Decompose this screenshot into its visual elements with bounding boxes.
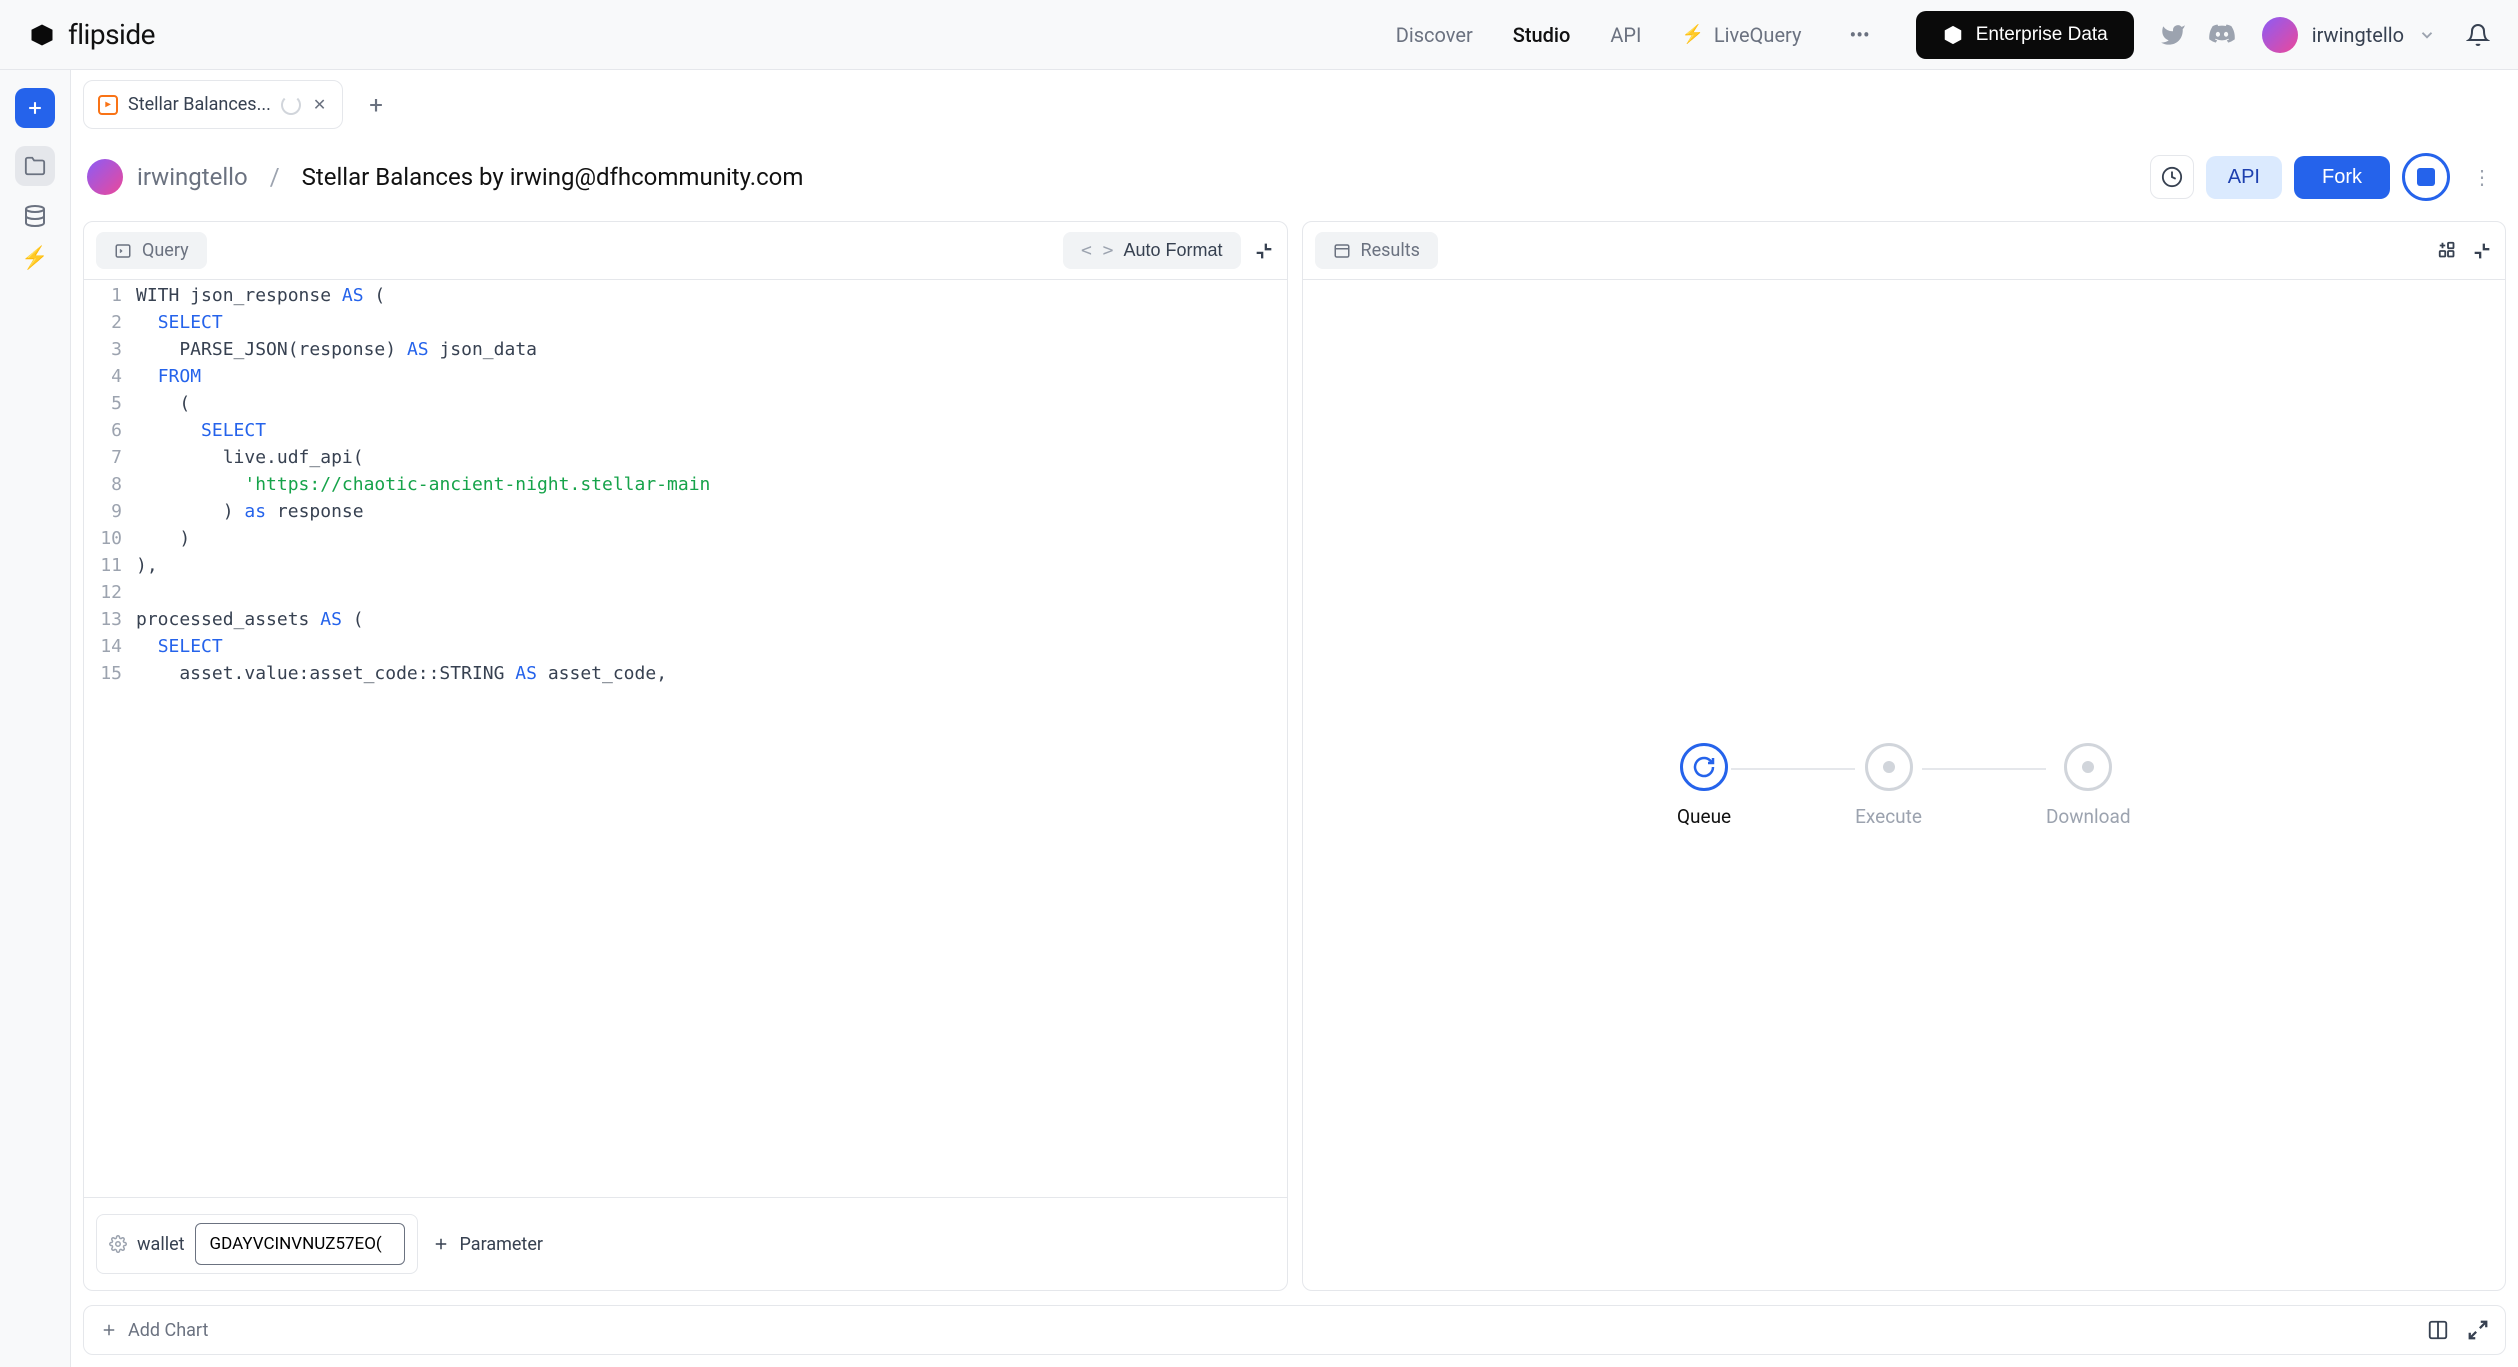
bolt-icon: ⚡ [1681, 24, 1703, 45]
social-icons [2160, 21, 2236, 49]
wallet-input[interactable] [195, 1223, 405, 1265]
nav-api[interactable]: API [1610, 23, 1641, 47]
flipside-logo-icon [28, 21, 56, 49]
expand-icon[interactable] [2467, 1319, 2489, 1341]
owner-avatar [87, 159, 123, 195]
collapse-icon[interactable] [1253, 240, 1275, 262]
folder-icon [24, 155, 46, 177]
fork-button[interactable]: Fork [2294, 156, 2390, 199]
loading-spinner-icon [281, 95, 301, 115]
history-button[interactable] [2150, 155, 2194, 199]
param-label: wallet [137, 1234, 185, 1255]
nav-studio[interactable]: Studio [1513, 23, 1571, 47]
api-button[interactable]: API [2206, 156, 2282, 199]
discord-icon[interactable] [2208, 21, 2236, 49]
database-icon[interactable] [23, 204, 47, 228]
query-panel-header: Query < > Auto Format [84, 222, 1287, 280]
results-panel-header: Results [1303, 222, 2506, 280]
pipeline-status: Queue Execute Download [1677, 743, 2131, 828]
cube-icon [1942, 24, 1964, 46]
query-panel: Query < > Auto Format 1 [83, 221, 1288, 1291]
bottom-bar: Add Chart [83, 1305, 2506, 1355]
query-panel-footer: wallet Parameter [84, 1197, 1287, 1290]
plus-icon [25, 98, 45, 118]
top-header: flipside Discover Studio API ⚡ LiveQuery… [0, 0, 2518, 70]
query-tab-label: Query [142, 240, 189, 261]
queue-label: Queue [1677, 805, 1731, 828]
new-tab-button[interactable]: + [355, 91, 397, 119]
chevron-down-icon [2418, 26, 2436, 44]
add-panel-icon[interactable] [2437, 240, 2459, 262]
title-row: irwingtello / Stellar Balances by irwing… [71, 139, 2518, 221]
new-query-button[interactable] [15, 88, 55, 128]
parameter-wallet: wallet [96, 1214, 418, 1274]
code-body: WITH json_response AS ( SELECT PARSE_JSO… [132, 280, 1287, 1197]
nav-links: Discover Studio API ⚡ LiveQuery ••• [1396, 23, 1878, 47]
tab-title: Stellar Balances... [128, 94, 271, 115]
results-tab-label: Results [1361, 240, 1420, 261]
gear-icon[interactable] [109, 1235, 127, 1253]
results-tab[interactable]: Results [1315, 232, 1438, 269]
pipeline-connector [1922, 768, 2046, 770]
avatar [2262, 17, 2298, 53]
enterprise-data-button[interactable]: Enterprise Data [1916, 11, 2134, 59]
plus-icon [100, 1321, 118, 1339]
main-area: ▸ Stellar Balances... ✕ + irwingtello / … [71, 70, 2518, 1367]
nav-livequery[interactable]: ⚡ LiveQuery [1681, 23, 1801, 47]
user-menu[interactable]: irwingtello [2262, 17, 2436, 53]
folder-button[interactable] [15, 146, 55, 186]
twitter-icon[interactable] [2160, 22, 2186, 48]
panels: Query < > Auto Format 1 [71, 221, 2518, 1367]
page-title: Stellar Balances by irwing@dfhcommunity.… [302, 163, 804, 191]
results-body: Queue Execute Download [1303, 280, 2506, 1290]
logo[interactable]: flipside [28, 18, 155, 51]
code-editor[interactable]: 1 234 567 8910 111213 1415 WITH json_res… [84, 280, 1287, 1197]
breadcrumb-separator: / [270, 163, 280, 191]
query-header-right: < > Auto Format [1063, 232, 1275, 269]
download-label: Download [2046, 805, 2131, 828]
execute-circle [1865, 743, 1913, 791]
stop-button[interactable] [2402, 153, 2450, 201]
sidebar-bolt-icon[interactable]: ⚡ [21, 246, 48, 271]
close-icon[interactable]: ✕ [311, 93, 328, 116]
download-circle [2064, 743, 2112, 791]
nav-more-icon[interactable]: ••• [1841, 23, 1877, 47]
results-header-right [2437, 240, 2493, 262]
execute-label: Execute [1855, 805, 1922, 828]
plus-icon [432, 1235, 450, 1253]
add-chart-button[interactable]: Add Chart [100, 1320, 208, 1341]
tab-stellar-balances[interactable]: ▸ Stellar Balances... ✕ [83, 80, 343, 129]
breadcrumb-owner[interactable]: irwingtello [137, 163, 248, 191]
nav-discover[interactable]: Discover [1396, 23, 1473, 47]
logo-text: flipside [68, 18, 155, 51]
pipeline-connector [1731, 768, 1855, 770]
panels-top: Query < > Auto Format 1 [83, 221, 2506, 1291]
auto-format-button[interactable]: < > Auto Format [1063, 232, 1241, 269]
sql-file-icon: ▸ [98, 95, 118, 115]
line-gutter: 1 234 567 8910 111213 1415 [84, 280, 132, 1197]
queue-circle [1680, 743, 1728, 791]
results-panel: Results Queu [1302, 221, 2507, 1291]
refresh-icon [1692, 755, 1716, 779]
clock-icon [2161, 166, 2183, 188]
terminal-icon [114, 242, 132, 260]
collapse-icon[interactable] [2471, 240, 2493, 262]
more-menu-icon[interactable]: ⋮ [2462, 165, 2502, 189]
step-download: Download [2046, 743, 2131, 828]
title-actions: API Fork ⋮ [2150, 153, 2502, 201]
left-sidebar: ⚡ [0, 70, 71, 1367]
code-brackets-icon: < > [1081, 240, 1114, 261]
body: ⚡ ▸ Stellar Balances... ✕ + irwingtello … [0, 70, 2518, 1367]
split-view-icon[interactable] [2427, 1319, 2449, 1341]
tabs-row: ▸ Stellar Balances... ✕ + [71, 70, 2518, 139]
bottom-bar-right [2427, 1319, 2489, 1341]
query-tab[interactable]: Query [96, 232, 207, 269]
stop-icon [2417, 168, 2435, 186]
step-execute: Execute [1855, 743, 1922, 828]
bell-icon[interactable] [2466, 23, 2490, 47]
add-parameter-button[interactable]: Parameter [432, 1234, 543, 1255]
step-queue: Queue [1677, 743, 1731, 828]
panel-icon [1333, 242, 1351, 260]
username: irwingtello [2312, 23, 2404, 47]
